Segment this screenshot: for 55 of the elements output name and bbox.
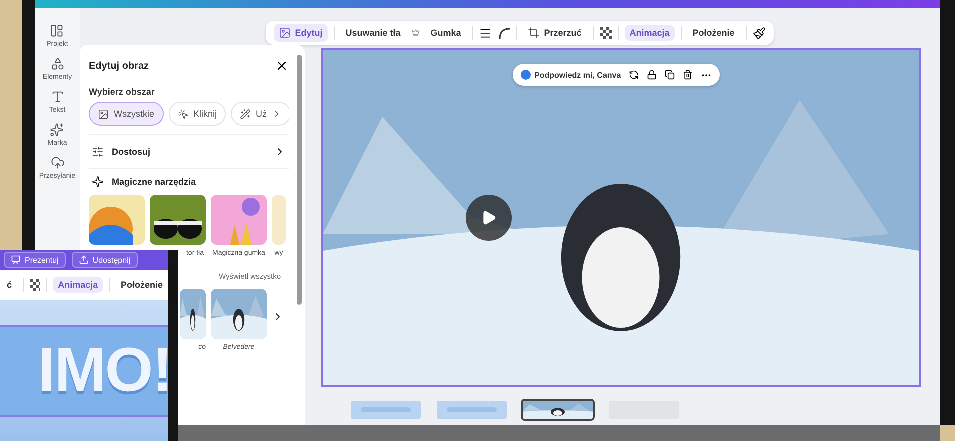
- rail-icon: [50, 123, 64, 137]
- close-icon[interactable]: [275, 59, 289, 73]
- section-title: Magiczne narzędzia: [112, 177, 196, 187]
- adjust-row[interactable]: Dostosuj: [89, 135, 289, 169]
- page-thumbnail[interactable]: [521, 399, 595, 421]
- crown-icon: [412, 29, 420, 37]
- sparkle-icon: [92, 176, 104, 188]
- header-button[interactable]: Udostępnij: [72, 252, 138, 268]
- section-label: Wybierz obszar: [89, 87, 156, 97]
- assistant-logo-icon: [520, 70, 530, 80]
- share-icon: [78, 255, 89, 265]
- play-icon: [480, 210, 496, 226]
- tool-thumbnail[interactable]: [272, 195, 286, 245]
- trash-icon[interactable]: [683, 70, 694, 80]
- transparency-icon[interactable]: [30, 279, 40, 291]
- present-icon: [11, 255, 21, 265]
- page-thumbnail[interactable]: [349, 399, 423, 421]
- wand-icon: [240, 108, 252, 120]
- toolbar-button[interactable]: Usuwanie tła: [340, 25, 406, 41]
- header-button[interactable]: Prezentuj: [4, 252, 66, 268]
- line-weight-icon[interactable]: [479, 26, 492, 40]
- toolbar-button[interactable]: Przerzuć: [523, 24, 587, 42]
- lock-icon[interactable]: [647, 70, 658, 80]
- banner-title: IMO!: [38, 335, 168, 406]
- refresh-icon[interactable]: [629, 70, 640, 80]
- sliders-icon: [92, 146, 104, 158]
- corner-icon[interactable]: [498, 27, 510, 39]
- paint-roller-icon[interactable]: [752, 26, 766, 40]
- tool-thumbnail[interactable]: [89, 195, 145, 245]
- tool-icon: [279, 27, 292, 39]
- toolbar-button[interactable]: Położenie: [688, 25, 740, 41]
- assistant-button[interactable]: Podpowiedz mi, Canva: [520, 70, 622, 80]
- tool-icon: [528, 27, 540, 39]
- toolbar-button[interactable]: Animacja: [624, 25, 675, 41]
- area-chip[interactable]: Kliknij: [168, 102, 226, 126]
- pointer-icon: [178, 108, 188, 120]
- toolbar-button[interactable]: Gumka: [426, 25, 466, 41]
- rail-icon: [50, 156, 64, 170]
- image-icon: [98, 108, 109, 120]
- rail-icon: [50, 90, 64, 104]
- transparency-icon[interactable]: [600, 27, 612, 39]
- rail-icon: [50, 24, 64, 38]
- toolbar-button[interactable]: ć: [2, 277, 18, 293]
- area-chip[interactable]: Wszystkie: [89, 102, 164, 126]
- toolbar-button[interactable]: Położenie: [116, 277, 168, 293]
- page-thumbnail[interactable]: [435, 399, 509, 421]
- design-canvas[interactable]: Podpowiedz mi, Canva: [320, 48, 920, 387]
- rail-icon: [50, 57, 64, 71]
- toolbar-button[interactable]: Edytuj: [274, 24, 328, 42]
- tool-thumbnail[interactable]: [211, 195, 267, 245]
- toolbar-button[interactable]: Animacja: [53, 277, 104, 293]
- tool-thumbnail[interactable]: [150, 195, 206, 245]
- panel-title: Edytuj obraz: [89, 60, 150, 72]
- area-chip[interactable]: Uż: [231, 102, 289, 126]
- copy-icon[interactable]: [665, 70, 676, 80]
